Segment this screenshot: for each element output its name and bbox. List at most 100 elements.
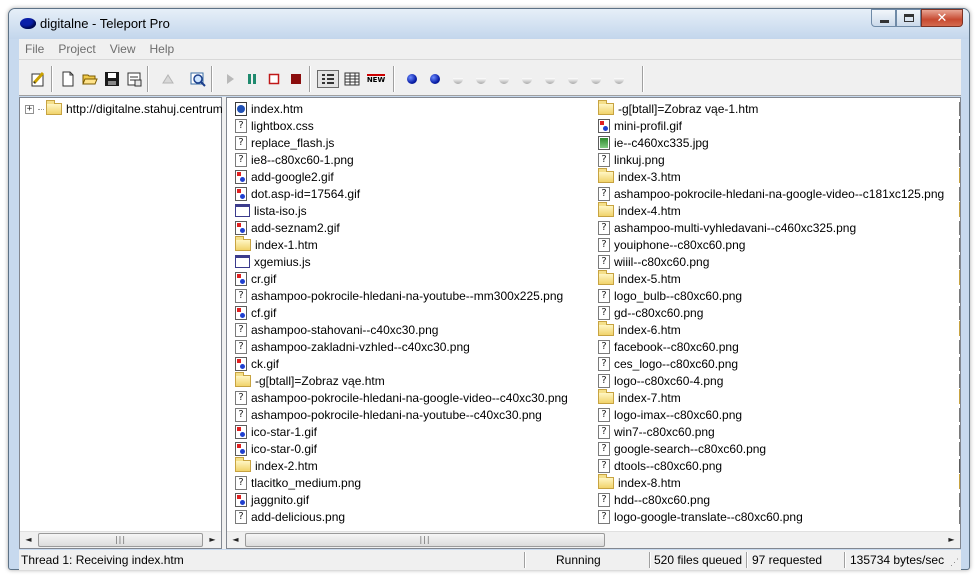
thread-status-light[interactable] — [610, 70, 628, 88]
save-project-button[interactable] — [103, 70, 121, 88]
menu-help[interactable]: Help — [150, 42, 183, 56]
file-list-item-clipped[interactable]: ? — [959, 406, 960, 423]
file-list-item-clipped[interactable]: ? — [959, 236, 960, 253]
file-list-item[interactable]: index-7.htm — [598, 388, 958, 406]
file-list-item[interactable]: ? ie8--c80xc60-1.png — [235, 151, 595, 168]
thread-status-light[interactable] — [541, 70, 559, 88]
file-list-item[interactable]: ? google-search--c80xc60.png — [598, 440, 958, 457]
tree-horizontal-scrollbar[interactable]: ◄ ||| ► — [20, 531, 221, 548]
menu-view[interactable]: View — [110, 42, 144, 56]
file-list-item[interactable]: ? ashampoo-pokrocile-hledani-na-google-vi… — [235, 389, 595, 406]
teleport-app-icon[interactable] — [20, 18, 36, 29]
file-list-item-clipped[interactable]: ? — [959, 338, 960, 355]
file-list-item[interactable]: index-4.htm — [598, 201, 958, 219]
file-list-item[interactable]: ? ashampoo-pokrocile-hledani-na-google-vi… — [598, 185, 958, 202]
file-list-item[interactable]: jaggnito.gif — [235, 491, 595, 508]
resize-grip-icon[interactable]: ⋰ — [950, 557, 959, 568]
file-list-item-clipped[interactable]: ? — [959, 151, 960, 168]
new-project-button[interactable] — [59, 70, 77, 88]
file-list-item[interactable]: add-seznam2.gif — [235, 219, 595, 236]
file-list-item-clipped[interactable]: ? — [959, 423, 960, 440]
scroll-right-arrow[interactable]: ► — [204, 532, 221, 548]
file-list-item[interactable]: ? logo-imax--c80xc60.png — [598, 406, 958, 423]
minimize-button[interactable] — [871, 9, 896, 27]
file-list-item-clipped[interactable] — [959, 167, 960, 185]
file-list-item[interactable]: ? gd--c80xc60.png — [598, 304, 958, 321]
open-project-button[interactable] — [81, 70, 99, 88]
thread-status-light[interactable] — [403, 70, 421, 88]
file-list-item[interactable]: ie--c460xc335.jpg — [598, 134, 958, 151]
file-list-item[interactable]: index-8.htm — [598, 473, 958, 491]
file-list-item[interactable]: xgemius.js — [235, 253, 595, 270]
file-list-item-clipped[interactable]: ? — [959, 185, 960, 202]
file-list-item[interactable]: ? ashampoo-stahovani--c40xc30.png — [235, 321, 595, 338]
scroll-thumb[interactable]: ||| — [38, 533, 203, 547]
file-list-item[interactable]: ico-star-0.gif — [235, 440, 595, 457]
thread-status-light[interactable] — [495, 70, 513, 88]
project-settings-button[interactable] — [125, 70, 143, 88]
file-list-item[interactable]: ? lightbox.css — [235, 117, 595, 134]
scroll-left-arrow[interactable]: ◄ — [227, 532, 244, 548]
abort-button[interactable] — [287, 70, 305, 88]
file-list-item[interactable]: ? dtools--c80xc60.png — [598, 457, 958, 474]
file-list-item-clipped[interactable]: ? — [959, 355, 960, 372]
file-list-item[interactable]: index-6.htm — [598, 320, 958, 338]
start-button[interactable] — [221, 70, 239, 88]
thread-status-light[interactable] — [587, 70, 605, 88]
tree-expand-toggle[interactable]: + — [25, 104, 34, 114]
project-properties-button[interactable] — [29, 70, 47, 88]
list-view-button[interactable] — [317, 70, 339, 88]
file-list-item-clipped[interactable]: ? — [959, 287, 960, 304]
file-list-item-clipped[interactable] — [959, 388, 960, 406]
file-list-item[interactable]: index-2.htm — [235, 456, 595, 474]
file-list-item-clipped[interactable]: ? — [959, 304, 960, 321]
file-list-item-clipped[interactable] — [959, 134, 960, 151]
file-list-item[interactable]: ? replace_flash.js — [235, 134, 595, 151]
thread-status-light[interactable] — [518, 70, 536, 88]
file-list-item[interactable]: ? logo-google-translate--c80xc60.png — [598, 508, 958, 525]
file-list-item[interactable]: ico-star-1.gif — [235, 423, 595, 440]
close-button[interactable]: ✕ — [921, 9, 963, 27]
file-list-item-clipped[interactable]: ? — [959, 253, 960, 270]
scroll-thumb[interactable]: ||| — [245, 533, 605, 547]
file-list-item-clipped[interactable]: ? — [959, 372, 960, 389]
file-list-item[interactable]: index-5.htm — [598, 269, 958, 287]
file-list-item[interactable]: add-google2.gif — [235, 168, 595, 185]
file-list-item[interactable]: -g[btall]=Zobraz vąe.htm — [235, 371, 595, 389]
scroll-left-arrow[interactable]: ◄ — [20, 532, 37, 548]
file-list-item-clipped[interactable] — [959, 269, 960, 287]
file-list-item[interactable]: dot.asp-id=17564.gif — [235, 185, 595, 202]
tree-root-node[interactable]: + http://digitalne.stahuj.centrum — [25, 100, 223, 116]
file-list-item[interactable]: ? add-delicious.png — [235, 508, 595, 525]
file-list-item[interactable]: ? ashampoo-multi-vyhledavani--c460xc325.p… — [598, 219, 958, 236]
title-bar[interactable]: digitalne - Teleport Pro ✕ — [9, 9, 969, 39]
file-list-item-clipped[interactable]: ? — [959, 100, 960, 117]
file-list-item[interactable]: ? tlacitko_medium.png — [235, 474, 595, 491]
file-list-item-clipped[interactable] — [959, 117, 960, 134]
file-list-item[interactable]: ? ces_logo--c80xc60.png — [598, 355, 958, 372]
thread-status-light[interactable] — [472, 70, 490, 88]
file-list-item[interactable]: ck.gif — [235, 355, 595, 372]
file-list-item-clipped[interactable] — [959, 457, 960, 474]
file-list-item-clipped[interactable] — [959, 320, 960, 338]
details-view-button[interactable] — [343, 70, 361, 88]
file-list-item[interactable]: index.htm — [235, 100, 595, 117]
file-list-item-clipped[interactable]: ? — [959, 219, 960, 236]
menu-file[interactable]: File — [25, 42, 52, 56]
file-list-item[interactable]: index-1.htm — [235, 235, 595, 253]
file-list-item[interactable]: index-3.htm — [598, 167, 958, 185]
maximize-button[interactable] — [896, 9, 921, 27]
file-list-item[interactable]: ? ashampoo-pokrocile-hledani-na-youtube--… — [235, 406, 595, 423]
file-list-item[interactable]: ? youiphone--c80xc60.png — [598, 236, 958, 253]
file-list-item[interactable]: ? win7--c80xc60.png — [598, 423, 958, 440]
file-list-item-clipped[interactable] — [959, 201, 960, 219]
file-list-item-clipped[interactable]: ? — [959, 491, 960, 508]
thread-status-light[interactable] — [564, 70, 582, 88]
file-list-item[interactable]: ? logo--c80xc60-4.png — [598, 372, 958, 389]
file-list-item-clipped[interactable]: ? — [959, 440, 960, 457]
file-list-item[interactable]: ? hdd--c80xc60.png — [598, 491, 958, 508]
thread-status-light[interactable] — [449, 70, 467, 88]
file-list-item[interactable]: ? ashampoo-zakladni-vzhled--c40xc30.png — [235, 338, 595, 355]
files-horizontal-scrollbar[interactable]: ◄ ||| ► — [227, 531, 960, 548]
browse-button[interactable] — [189, 70, 207, 88]
